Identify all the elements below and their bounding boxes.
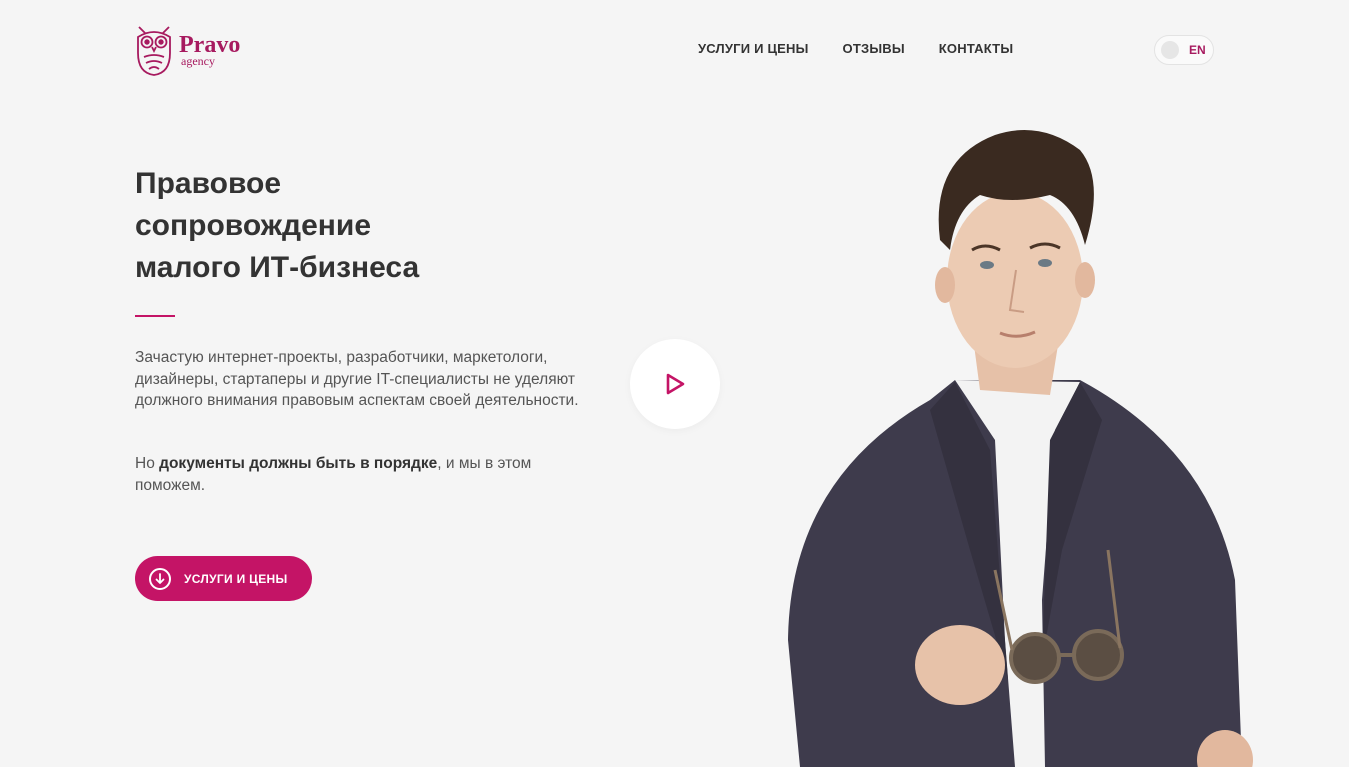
hero-title-line: малого ИТ-бизнеса	[135, 251, 420, 284]
hero-description: Зачастую интернет-проекты, разработчики,…	[135, 349, 579, 409]
hero-note-pre: Но	[135, 455, 160, 472]
nav-item-contacts[interactable]: КОНТАКТЫ	[939, 41, 1013, 56]
hero-title-line: Правовое	[135, 167, 282, 200]
hero-note: Но документы должны быть в порядке, и мы…	[135, 453, 585, 496]
language-label: EN	[1189, 43, 1206, 57]
logo[interactable]: Pravo agency	[135, 23, 240, 77]
nav-item-reviews[interactable]: ОТЗЫВЫ	[843, 41, 905, 56]
hero-photo	[788, 130, 1253, 767]
services-prices-button-label: УСЛУГИ И ЦЕНЫ	[184, 571, 288, 586]
hero-note-bold: документы должны быть в порядке	[159, 455, 438, 472]
services-prices-button[interactable]: УСЛУГИ И ЦЕНЫ	[135, 556, 312, 601]
toggle-knob	[1161, 41, 1179, 59]
hero-title: Правовое сопровождение малого ИТ-бизнеса	[135, 163, 615, 289]
nav-item-services[interactable]: УСЛУГИ И ЦЕНЫ	[698, 41, 809, 56]
hero-title-line: сопровождение	[135, 209, 372, 242]
play-icon	[666, 373, 685, 395]
accent-divider	[135, 315, 175, 317]
arrow-down-circle-icon	[149, 567, 171, 590]
language-toggle[interactable]: EN	[1154, 35, 1214, 65]
main-nav: УСЛУГИ И ЦЕНЫ ОТЗЫВЫ КОНТАКТЫ	[698, 41, 1013, 56]
play-video-button[interactable]	[630, 339, 720, 429]
owl-logo-icon	[137, 26, 171, 76]
